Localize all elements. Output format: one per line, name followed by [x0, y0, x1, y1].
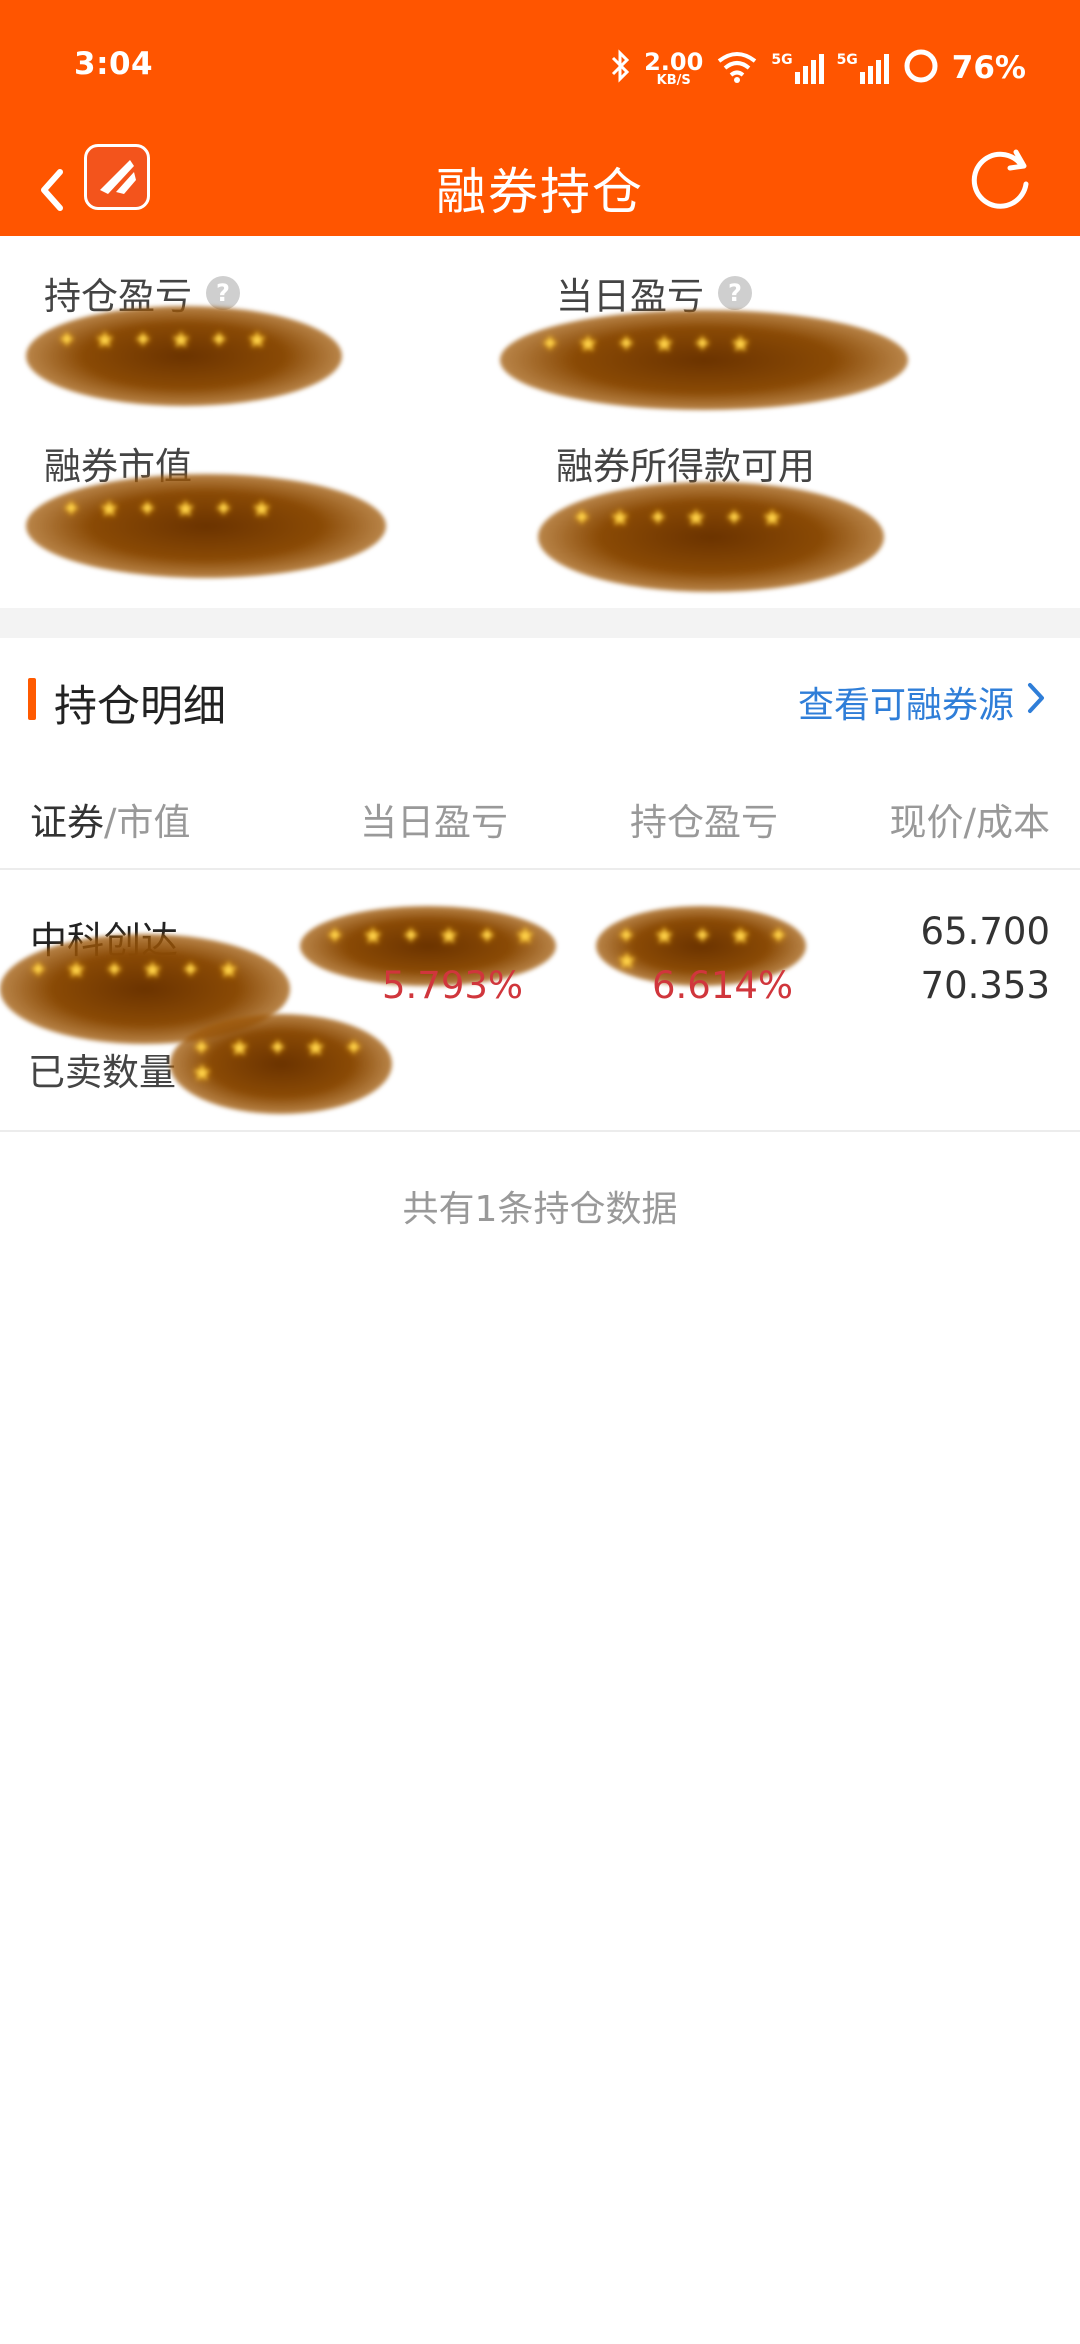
cellular-signal-icon: 5G — [771, 52, 824, 84]
summary-panel: 持仓盈亏 ? 当日盈亏 ? 融券市值 融券所得款可用 — [0, 236, 1080, 608]
col-security-header: 证券/市值 — [30, 801, 191, 844]
redacted-value — [26, 306, 342, 406]
app-header: 3:04 2.00 KB/S 5G 5G 76% 融券持仓 — [0, 0, 1080, 236]
view-lending-source-link[interactable]: 查看可融券源 — [798, 676, 1046, 728]
net-speed: 2.00 KB/S — [644, 47, 704, 88]
cost-price: 70.353 — [920, 964, 1050, 1007]
bluetooth-icon — [610, 49, 632, 87]
battery-level: 76% — [951, 50, 1026, 86]
redacted-value — [26, 474, 386, 578]
battery-icon — [902, 47, 940, 89]
refresh-icon[interactable] — [966, 144, 1036, 214]
detail-title: 持仓明细 — [54, 682, 226, 732]
daily-pl-percent: 5.793% — [382, 964, 524, 1007]
position-pl-percent: 6.614% — [652, 964, 794, 1007]
record-count: 共有1条持仓数据 — [402, 1189, 678, 1230]
redacted-value — [170, 1014, 392, 1114]
status-icons: 2.00 KB/S 5G 5G 76% — [610, 44, 1026, 92]
page-title: 融券持仓 — [436, 163, 644, 221]
status-time: 3:04 — [74, 46, 154, 82]
col-price-header: 现价/成本 — [889, 801, 1050, 844]
chevron-right-icon — [1026, 681, 1046, 724]
wifi-icon — [715, 49, 759, 87]
table-header: 证券/市值 当日盈亏 持仓盈亏 现价/成本 — [0, 768, 1080, 870]
col-position-pl-header: 持仓盈亏 — [630, 801, 778, 844]
cellular-signal-icon-2: 5G — [837, 52, 890, 84]
detail-header: 持仓明细 查看可融券源 — [0, 638, 1080, 768]
help-icon[interactable]: ? — [718, 276, 752, 310]
accent-bar — [28, 678, 36, 720]
sold-quantity-label: 已卖数量 — [28, 1051, 176, 1094]
section-divider — [0, 608, 1080, 638]
redacted-value — [538, 482, 884, 592]
nav-bar: 融券持仓 — [0, 140, 1080, 236]
col-daily-pl-header: 当日盈亏 — [360, 801, 508, 844]
current-price: 65.700 — [920, 910, 1050, 953]
table-row[interactable]: 中科创达 已卖数量 5.793% 6.614% 65.700 70.353 — [0, 870, 1080, 1132]
redacted-value — [500, 310, 908, 410]
help-icon[interactable]: ? — [206, 276, 240, 310]
status-bar: 3:04 2.00 KB/S 5G 5G 76% — [0, 0, 1080, 140]
